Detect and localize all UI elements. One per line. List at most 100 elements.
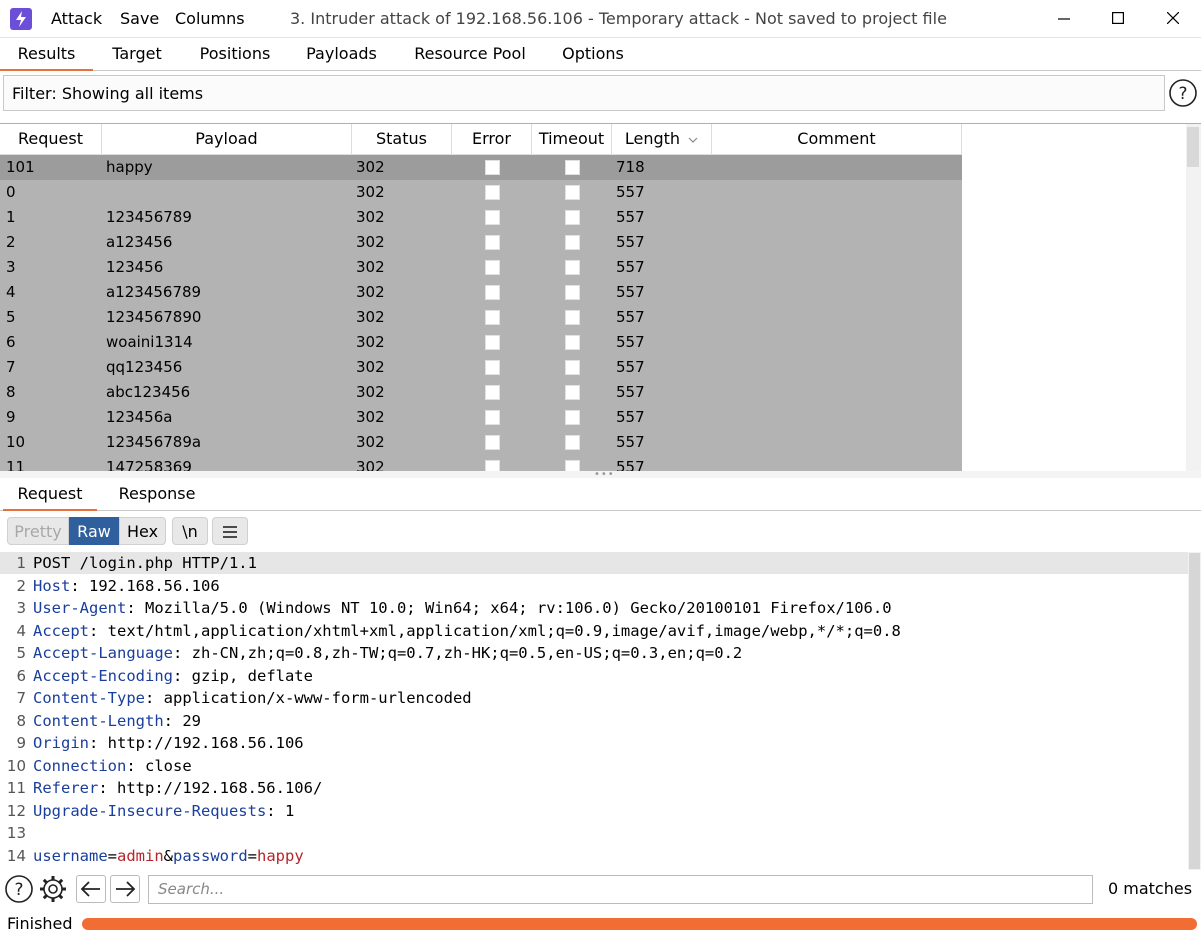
search-next-button[interactable]: [110, 875, 140, 903]
table-row[interactable]: 7 qq123456 302 557: [0, 355, 962, 380]
timeout-checkbox[interactable]: [565, 235, 580, 250]
table-row[interactable]: 101 happy 302 718: [0, 155, 962, 180]
timeout-checkbox[interactable]: [565, 410, 580, 425]
payload-cell: a123456: [106, 233, 173, 251]
error-checkbox[interactable]: [485, 335, 500, 350]
minimize-button[interactable]: [1041, 4, 1087, 34]
tab-resource-pool[interactable]: Resource Pool: [405, 38, 535, 71]
table-row[interactable]: 0 302 557: [0, 180, 962, 205]
timeout-checkbox[interactable]: [565, 360, 580, 375]
table-scrollbar-thumb[interactable]: [1187, 127, 1199, 167]
column-header-error[interactable]: Error: [452, 124, 532, 155]
tab-options[interactable]: Options: [552, 38, 634, 71]
error-checkbox[interactable]: [485, 260, 500, 275]
header-value: application/x-www-form-urlencoded: [154, 689, 472, 707]
error-checkbox[interactable]: [485, 210, 500, 225]
table-row[interactable]: 4 a123456789 302 557: [0, 280, 962, 305]
request-editor[interactable]: 1 POST /login.php HTTP/1.1 2 Host: 192.168.…: [0, 552, 1188, 870]
table-row[interactable]: 10 123456789a 302 557: [0, 430, 962, 455]
payload-cell: 123456789a: [106, 433, 202, 451]
header-name: Content-Length: [33, 711, 164, 730]
error-checkbox[interactable]: [485, 460, 500, 471]
table-row[interactable]: 11 147258369 302 557: [0, 455, 962, 471]
timeout-checkbox[interactable]: [565, 385, 580, 400]
mode-raw-button[interactable]: Raw: [69, 517, 119, 545]
table-row[interactable]: 3 123456 302 557: [0, 255, 962, 280]
column-header-timeout[interactable]: Timeout: [532, 124, 612, 155]
minimize-icon: [1058, 18, 1070, 20]
timeout-checkbox[interactable]: [565, 335, 580, 350]
show-newlines-button[interactable]: \n: [172, 517, 208, 545]
search-previous-button[interactable]: [76, 875, 106, 903]
header-value: text/html,application/xhtml+xml,applicat…: [98, 621, 901, 640]
table-row[interactable]: 6 woaini1314 302 557: [0, 330, 962, 355]
error-checkbox[interactable]: [485, 310, 500, 325]
tab-response[interactable]: Response: [110, 478, 204, 511]
table-row[interactable]: 9 123456a 302 557: [0, 405, 962, 430]
status-cell: 302: [356, 383, 385, 401]
timeout-checkbox[interactable]: [565, 185, 580, 200]
header-value: http://192.168.56.106/: [107, 779, 323, 797]
length-cell: 557: [616, 283, 645, 301]
length-cell: 557: [616, 383, 645, 401]
editor-line: 6 Accept-Encoding: gzip, deflate: [0, 665, 1188, 687]
status-cell: 302: [356, 158, 385, 176]
error-checkbox[interactable]: [485, 360, 500, 375]
table-scrollbar[interactable]: [1186, 124, 1201, 471]
tab-target[interactable]: Target: [97, 38, 177, 71]
column-header-length[interactable]: Length: [612, 124, 712, 155]
error-checkbox[interactable]: [485, 285, 500, 300]
table-row[interactable]: 1 123456789 302 557: [0, 205, 962, 230]
error-checkbox[interactable]: [485, 185, 500, 200]
tab-results[interactable]: Results: [0, 38, 93, 71]
timeout-checkbox[interactable]: [565, 285, 580, 300]
error-checkbox[interactable]: [485, 435, 500, 450]
tab-positions[interactable]: Positions: [190, 38, 280, 71]
search-input[interactable]: Search...: [148, 875, 1093, 904]
filter-bar[interactable]: Filter: Showing all items: [3, 75, 1165, 111]
header-colon: :: [89, 621, 99, 640]
mode-pretty-button[interactable]: Pretty: [7, 517, 69, 545]
table-row[interactable]: 8 abc123456 302 557: [0, 380, 962, 405]
table-row[interactable]: 2 a123456 302 557: [0, 230, 962, 255]
column-header-status[interactable]: Status: [352, 124, 452, 155]
request-number-cell: 3: [6, 258, 16, 276]
timeout-checkbox[interactable]: [565, 460, 580, 471]
timeout-checkbox[interactable]: [565, 435, 580, 450]
mode-hex-button[interactable]: Hex: [119, 517, 166, 545]
column-header-comment[interactable]: Comment: [712, 124, 962, 155]
filter-text: Filter: Showing all items: [12, 84, 204, 103]
editor-scrollbar-thumb[interactable]: [1189, 553, 1200, 869]
request-number-cell: 101: [6, 158, 35, 176]
timeout-checkbox[interactable]: [565, 260, 580, 275]
search-help-button[interactable]: ?: [4, 874, 34, 904]
error-checkbox[interactable]: [485, 385, 500, 400]
editor-menu-button[interactable]: [212, 517, 248, 545]
payload-cell: abc123456: [106, 383, 191, 401]
header-colon: :: [98, 779, 108, 797]
tab-payloads[interactable]: Payloads: [296, 38, 387, 71]
param-separator: &: [163, 846, 174, 865]
timeout-checkbox[interactable]: [565, 210, 580, 225]
search-settings-button[interactable]: [38, 874, 68, 904]
timeout-checkbox[interactable]: [565, 160, 580, 175]
menu-columns[interactable]: Columns: [175, 9, 245, 28]
column-header-request[interactable]: Request: [0, 124, 102, 155]
menu-save[interactable]: Save: [120, 9, 159, 28]
status-cell: 302: [356, 283, 385, 301]
error-checkbox[interactable]: [485, 410, 500, 425]
editor-line: 12 Upgrade-Insecure-Requests: 1: [0, 800, 1188, 822]
menu-attack[interactable]: Attack: [51, 9, 102, 28]
header-value: 29: [173, 711, 201, 730]
header-value: 1: [275, 801, 295, 820]
maximize-button[interactable]: [1095, 4, 1141, 34]
table-row[interactable]: 5 1234567890 302 557: [0, 305, 962, 330]
column-header-payload[interactable]: Payload: [102, 124, 352, 155]
close-button[interactable]: [1150, 4, 1196, 34]
timeout-checkbox[interactable]: [565, 310, 580, 325]
error-checkbox[interactable]: [485, 160, 500, 175]
tab-request[interactable]: Request: [3, 478, 97, 511]
header-name: Accept-Language: [33, 644, 173, 662]
error-checkbox[interactable]: [485, 235, 500, 250]
filter-help-button[interactable]: ?: [1168, 78, 1198, 108]
